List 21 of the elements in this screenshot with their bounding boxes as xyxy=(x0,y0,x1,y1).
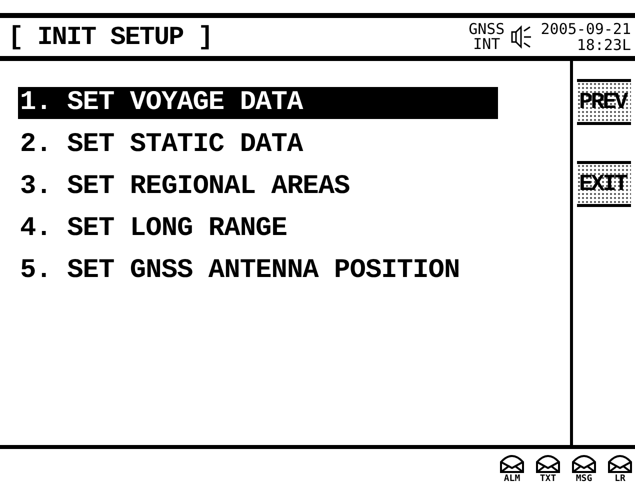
date-text: 2005-09-21 xyxy=(540,21,631,37)
envelope-icon xyxy=(499,452,525,474)
menu-item[interactable]: 5. SET GNSS ANTENNA POSITION xyxy=(18,255,464,287)
speaker-icon xyxy=(510,25,533,49)
indicator-label: MSG xyxy=(576,474,592,484)
indicator-label: TXT xyxy=(540,474,556,484)
menu-item[interactable]: 2. SET STATIC DATA xyxy=(18,129,307,161)
envelope-icon xyxy=(571,452,597,474)
envelope-icon xyxy=(535,452,561,474)
screen-title: [ INIT SETUP ] xyxy=(8,22,214,52)
envelope-icon xyxy=(607,452,633,474)
indicator-label: ALM xyxy=(504,474,520,484)
indicator-label: LR xyxy=(614,474,626,484)
time-text: 18:23L xyxy=(576,37,631,53)
gnss-source-text: INT xyxy=(473,37,500,52)
menu-item[interactable]: 1. SET VOYAGE DATA xyxy=(18,87,498,119)
softkey-button[interactable]: PREV xyxy=(577,79,631,125)
menu-item[interactable]: 3. SET REGIONAL AREAS xyxy=(18,171,354,203)
menu-item[interactable]: 4. SET LONG RANGE xyxy=(18,213,291,245)
gnss-source-text: GNSS xyxy=(468,22,505,37)
softkey-button[interactable]: EXIT xyxy=(577,161,631,207)
